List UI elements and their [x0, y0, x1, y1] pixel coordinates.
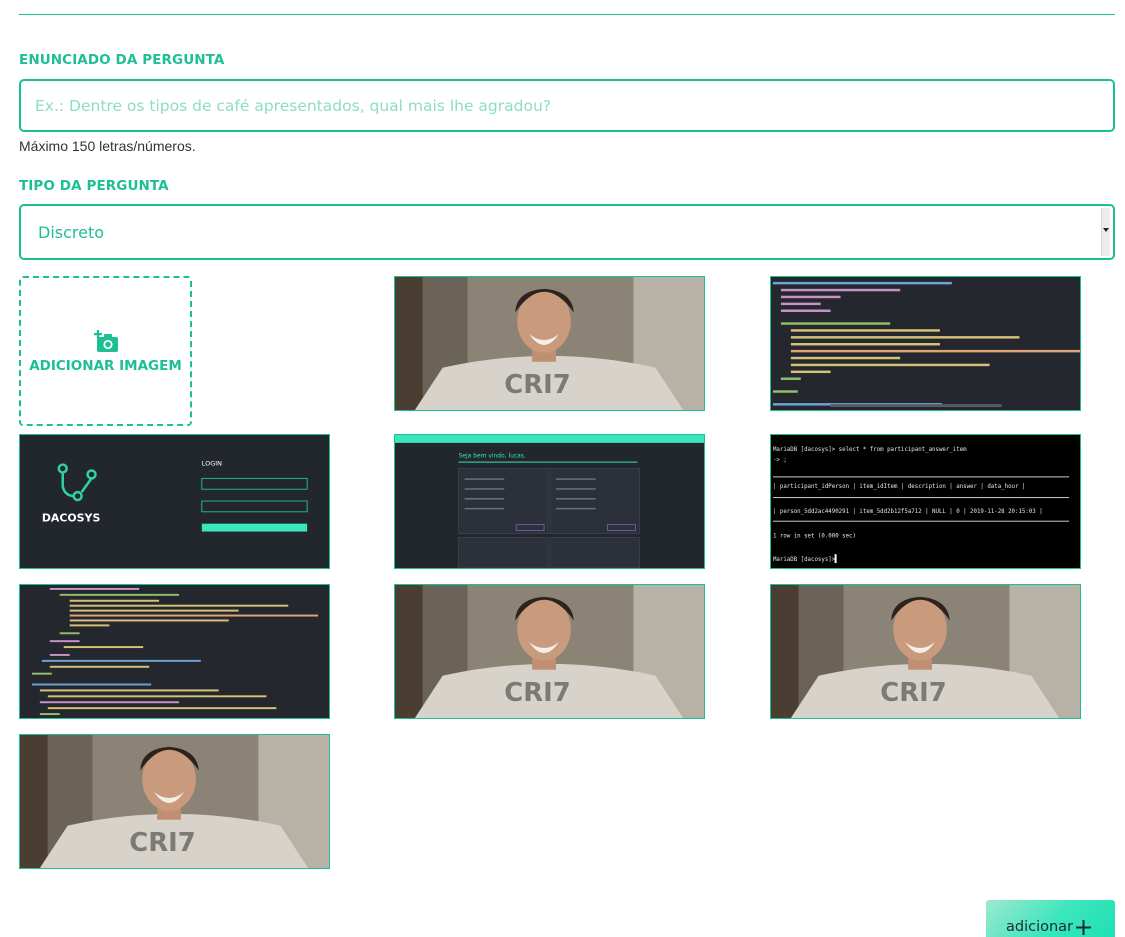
image-thumbnail[interactable]: Seja bem vindo, lucas. [394, 434, 705, 569]
image-thumbnail[interactable] [770, 276, 1081, 411]
code-screenshot [20, 585, 329, 718]
question-label: ENUNCIADO DA PERGUNTA [19, 52, 225, 68]
top-divider [19, 14, 1115, 15]
add-image-label: ADICIONAR IMAGEM [29, 358, 182, 374]
svg-text:CRI7: CRI7 [880, 678, 946, 708]
code-screenshot [771, 277, 1080, 410]
image-thumbnail[interactable] [19, 584, 330, 719]
dashboard-screenshot: Seja bem vindo, lucas. [395, 435, 704, 568]
image-thumbnail[interactable]: CRI7 [770, 584, 1081, 719]
image-thumbnail[interactable]: DACOSYS LOGIN [19, 434, 330, 569]
question-input[interactable] [19, 79, 1115, 132]
terminal-thumb-footer: 1 row in set (0.000 sec) [773, 533, 856, 539]
image-thumbnail[interactable]: CRI7 [394, 584, 705, 719]
plus-icon [1076, 920, 1091, 935]
add-question-button[interactable]: adicionar [986, 900, 1115, 937]
terminal-thumb-line2: -> ; [773, 458, 787, 464]
image-thumbnail[interactable]: CRI7 [19, 734, 330, 869]
question-type-label: TIPO DA PERGUNTA [19, 178, 169, 194]
terminal-thumb-prompt: MariaDB [dacosys]> [773, 557, 836, 563]
terminal-screenshot: MariaDB [dacosys]> select * from partici… [771, 435, 1080, 568]
question-type-select[interactable]: Discreto [19, 204, 1115, 260]
svg-text:CRI7: CRI7 [504, 678, 570, 708]
terminal-thumb-header: | participant_idPerson | item_idItem | d… [773, 484, 1025, 490]
portrait-photo: CRI7 [395, 277, 704, 410]
add-image-button[interactable]: ADICIONAR IMAGEM [19, 276, 192, 426]
image-thumbnail[interactable]: MariaDB [dacosys]> select * from partici… [770, 434, 1081, 569]
portrait-photo: CRI7 [771, 585, 1080, 718]
camera-plus-icon [94, 330, 118, 352]
add-question-label: adicionar [1006, 919, 1074, 935]
svg-text:CRI7: CRI7 [129, 828, 195, 858]
login-thumb-title: LOGIN [202, 460, 222, 468]
select-scrollbar[interactable] [1101, 208, 1110, 256]
terminal-thumb-line1: MariaDB [dacosys]> select * from partici… [773, 447, 967, 453]
login-thumb-brand: DACOSYS [42, 512, 101, 525]
svg-text:CRI7: CRI7 [504, 370, 570, 400]
terminal-thumb-row: | person_5dd2ac4490291 | item_5dd2b12f5a… [773, 509, 1043, 515]
question-type-value: Discreto [38, 223, 105, 242]
login-screen: DACOSYS LOGIN [20, 435, 329, 568]
question-help-text: Máximo 150 letras/números. [19, 138, 196, 154]
image-thumbnail[interactable]: CRI7 [394, 276, 705, 411]
portrait-photo: CRI7 [395, 585, 704, 718]
portrait-photo: CRI7 [20, 735, 329, 868]
chevron-down-icon [1103, 228, 1109, 232]
dashboard-thumb-greeting: Seja bem vindo, lucas. [459, 453, 526, 460]
